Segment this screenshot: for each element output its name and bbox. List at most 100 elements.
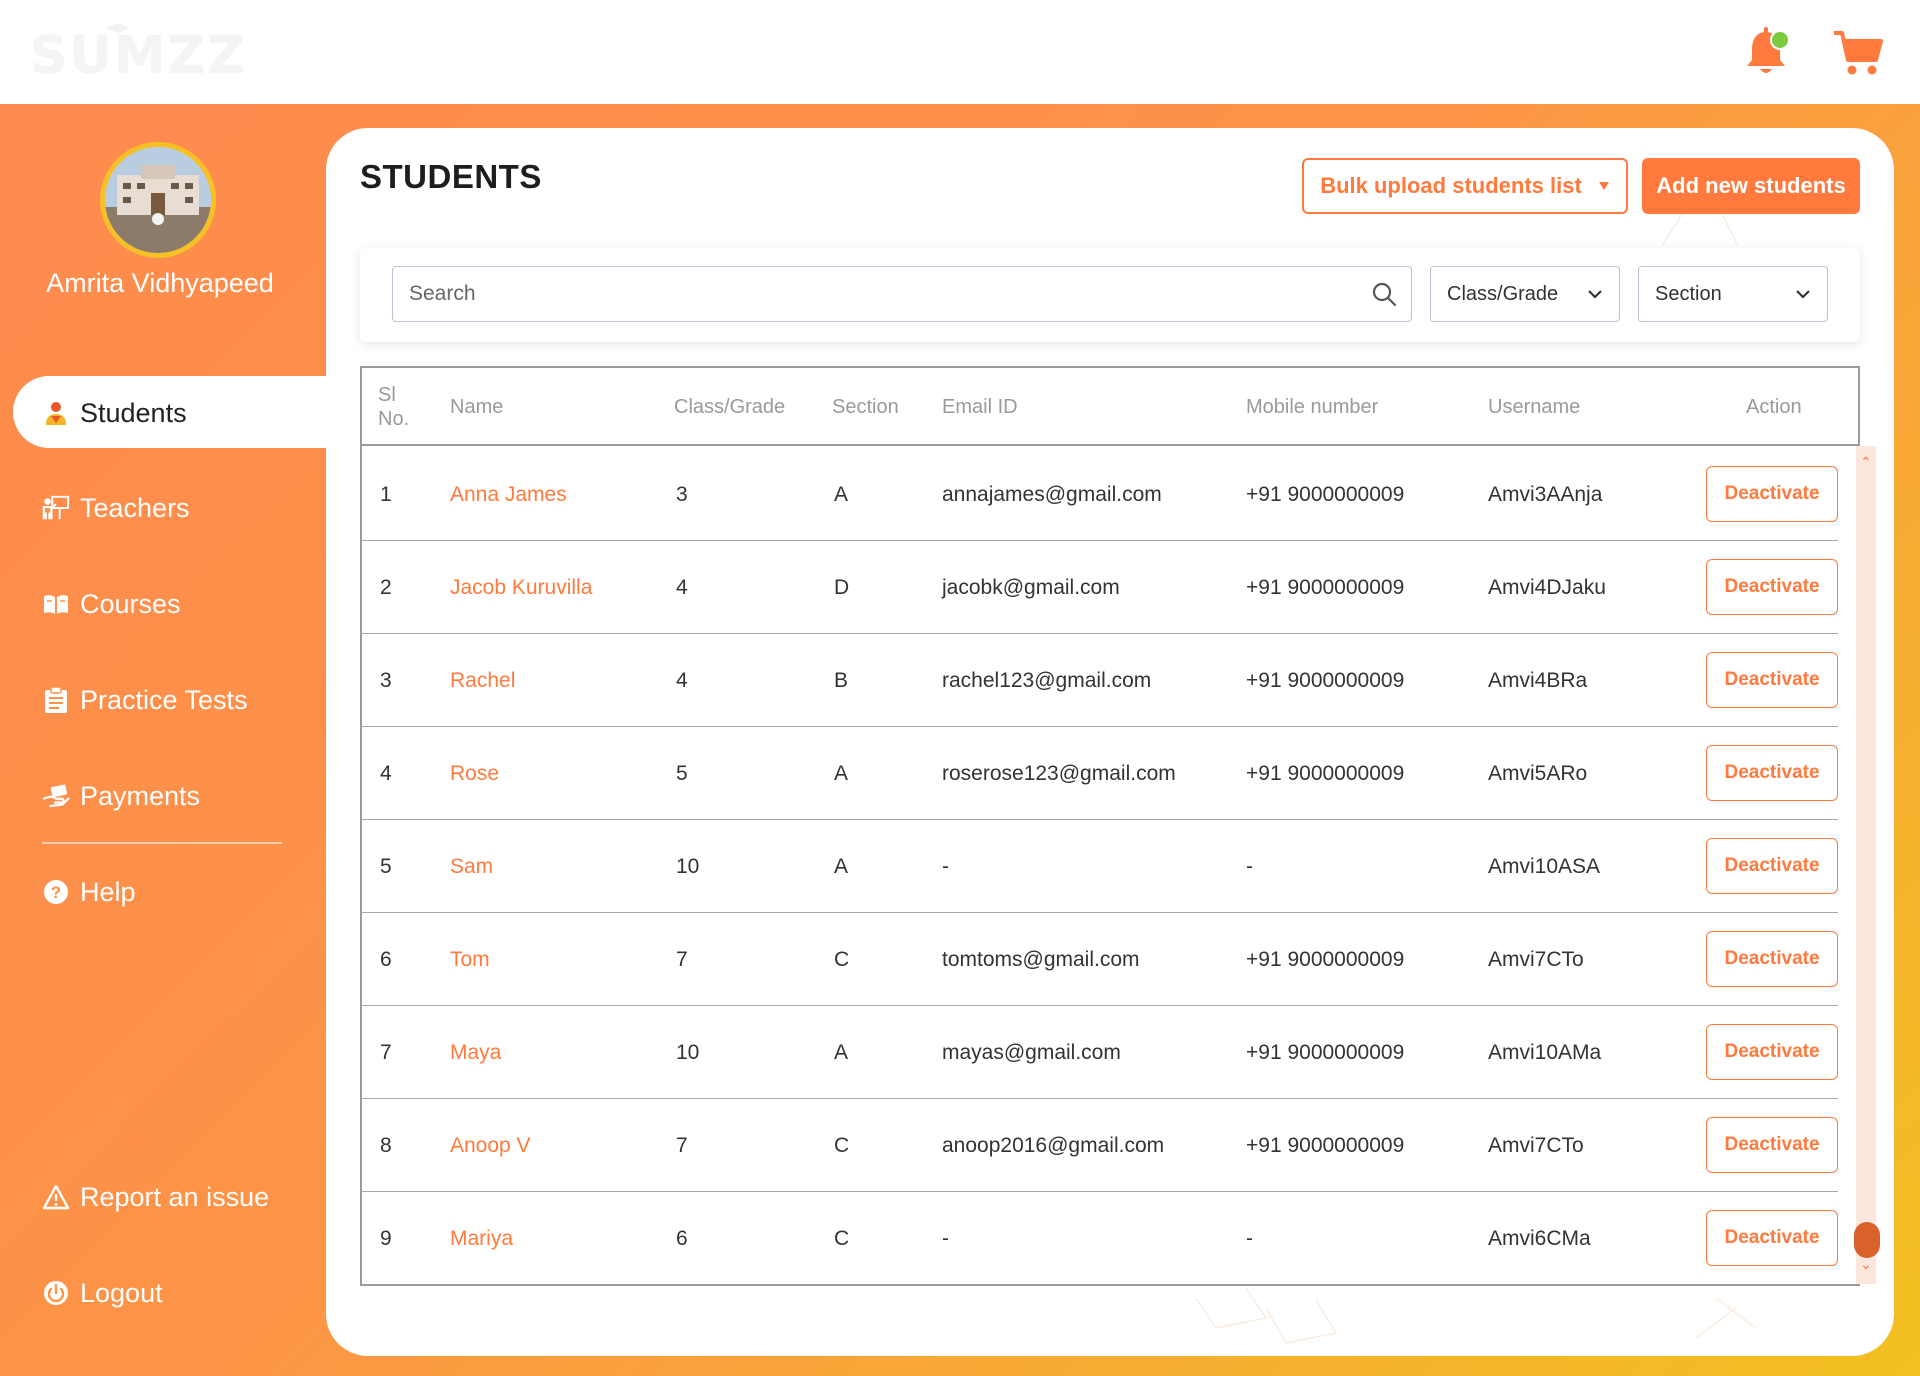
column-header-name: Name: [450, 395, 504, 418]
payment-icon: [42, 782, 70, 810]
cell-username: Amvi6CMa: [1488, 1226, 1591, 1250]
column-header-email: Email ID: [942, 395, 1018, 418]
cell-email: mayas@gmail.com: [942, 1040, 1121, 1064]
cell-mobile: -: [1246, 1226, 1253, 1250]
teacher-icon: [42, 494, 70, 522]
cell-class: 10: [676, 1040, 700, 1064]
section-select[interactable]: Section: [1638, 266, 1828, 322]
deactivate-button[interactable]: Deactivate: [1706, 652, 1838, 708]
cell-class: 5: [676, 761, 688, 785]
scroll-down-icon[interactable]: ⌄: [1860, 1256, 1872, 1273]
student-name-link[interactable]: Mariya: [450, 1192, 513, 1285]
student-name-link[interactable]: Rose: [450, 727, 499, 820]
cell-mobile: +91 9000000009: [1246, 668, 1405, 692]
sidebar-item-teachers[interactable]: Teachers: [42, 473, 190, 543]
cell-email: -: [942, 854, 949, 878]
search-input[interactable]: [393, 267, 1411, 321]
table-row: 2 Jacob Kuruvilla 4 D jacobk@gmail.com +…: [362, 541, 1838, 634]
cell-username: Amvi10ASA: [1488, 854, 1601, 878]
sidebar-item-students[interactable]: Students: [42, 378, 187, 448]
svg-text:?: ?: [51, 883, 61, 902]
sidebar-item-courses[interactable]: Courses: [42, 569, 181, 639]
student-name-link[interactable]: Tom: [450, 913, 490, 1006]
cell-mobile: +91 9000000009: [1246, 1040, 1405, 1064]
school-avatar: [100, 142, 216, 258]
warning-icon: [42, 1183, 70, 1211]
cell-email: roserose123@gmail.com: [942, 761, 1176, 785]
deactivate-button[interactable]: Deactivate: [1706, 466, 1838, 522]
deactivate-button[interactable]: Deactivate: [1706, 1210, 1838, 1266]
cell-sl-no: 8: [380, 1133, 392, 1157]
deactivate-button[interactable]: Deactivate: [1706, 931, 1838, 987]
cell-username: Amvi5ARo: [1488, 761, 1588, 785]
cell-username: Amvi4BRa: [1488, 668, 1588, 692]
cell-section: B: [834, 668, 849, 692]
cell-username: Amvi7CTo: [1488, 1133, 1584, 1157]
table-row: 7 Maya 10 A mayas@gmail.com +91 90000000…: [362, 1006, 1838, 1099]
sidebar-item-logout[interactable]: Logout: [42, 1258, 163, 1328]
cell-sl-no: 2: [380, 575, 392, 599]
student-name-link[interactable]: Rachel: [450, 634, 515, 727]
caret-down-icon: [1598, 182, 1609, 190]
school-name: Amrita Vidhyapeed: [46, 268, 274, 298]
search-icon[interactable]: [1371, 281, 1397, 307]
cell-sl-no: 7: [380, 1040, 392, 1064]
sidebar: Amrita Vidhyapeed Students Teachers Cour…: [0, 104, 333, 1376]
add-new-students-button[interactable]: Add new students: [1642, 158, 1860, 214]
table-row: 4 Rose 5 A roserose123@gmail.com +91 900…: [362, 727, 1838, 820]
sidebar-item-payments[interactable]: Payments: [42, 761, 200, 831]
student-icon: [42, 399, 70, 427]
cell-section: A: [834, 1040, 849, 1064]
search-box: [392, 266, 1412, 322]
bulk-upload-button[interactable]: Bulk upload students list: [1302, 158, 1628, 214]
table-row: 9 Mariya 6 C - - Amvi6CMa Deactivate: [362, 1192, 1838, 1285]
cell-sl-no: 6: [380, 947, 392, 971]
power-icon: [42, 1279, 70, 1307]
table-row: 5 Sam 10 A - - Amvi10ASA Deactivate: [362, 820, 1838, 913]
scroll-up-icon[interactable]: ⌃: [1860, 454, 1872, 471]
deactivate-button[interactable]: Deactivate: [1706, 745, 1838, 801]
table-scrollbar[interactable]: [1856, 446, 1876, 1284]
student-name-link[interactable]: Maya: [450, 1006, 501, 1099]
cell-mobile: +91 9000000009: [1246, 1133, 1405, 1157]
deactivate-button[interactable]: Deactivate: [1706, 559, 1838, 615]
cell-mobile: +91 9000000009: [1246, 947, 1405, 971]
cell-email: jacobk@gmail.com: [942, 575, 1120, 599]
column-header-action: Action: [1746, 395, 1802, 418]
table-row: 6 Tom 7 C tomtoms@gmail.com +91 90000000…: [362, 913, 1838, 1006]
student-name-link[interactable]: Anoop V: [450, 1099, 531, 1192]
sidebar-item-label: Teachers: [80, 492, 190, 523]
sidebar-item-label: Practice Tests: [80, 684, 248, 715]
sidebar-item-label: Help: [80, 876, 136, 907]
deactivate-button[interactable]: Deactivate: [1706, 838, 1838, 894]
cart-icon[interactable]: [1832, 28, 1884, 78]
cell-email: -: [942, 1226, 949, 1250]
column-header-username: Username: [1488, 395, 1581, 418]
sidebar-item-label: Students: [80, 397, 187, 428]
sidebar-item-label: Payments: [80, 780, 201, 811]
top-bar: SUMZZ: [0, 0, 1920, 104]
class-grade-select[interactable]: Class/Grade: [1430, 266, 1620, 322]
deactivate-button[interactable]: Deactivate: [1706, 1117, 1838, 1173]
table-row: 8 Anoop V 7 C anoop2016@gmail.com +91 90…: [362, 1099, 1838, 1192]
clipboard-icon: [42, 686, 70, 714]
help-icon: ?: [42, 878, 70, 906]
sidebar-item-help[interactable]: ? Help: [42, 857, 136, 927]
column-header-mobile: Mobile number: [1246, 395, 1379, 418]
student-name-link[interactable]: Jacob Kuruvilla: [450, 541, 592, 634]
sidebar-item-practice-tests[interactable]: Practice Tests: [42, 665, 248, 735]
student-name-link[interactable]: Anna James: [450, 448, 567, 541]
cell-section: A: [834, 482, 849, 506]
sidebar-item-report-issue[interactable]: Report an issue: [42, 1162, 269, 1232]
table-row: 3 Rachel 4 B rachel123@gmail.com +91 900…: [362, 634, 1838, 727]
cell-section: A: [834, 761, 849, 785]
deactivate-button[interactable]: Deactivate: [1706, 1024, 1838, 1080]
student-name-link[interactable]: Sam: [450, 820, 493, 913]
chevron-down-icon: [1796, 290, 1810, 299]
column-header-section: Section: [832, 395, 899, 418]
app-logo[interactable]: SUMZZ: [30, 26, 247, 86]
scrollbar-thumb[interactable]: [1854, 1222, 1880, 1258]
cell-section: D: [834, 575, 850, 599]
cell-email: anoop2016@gmail.com: [942, 1133, 1165, 1157]
cell-mobile: +91 9000000009: [1246, 575, 1405, 599]
